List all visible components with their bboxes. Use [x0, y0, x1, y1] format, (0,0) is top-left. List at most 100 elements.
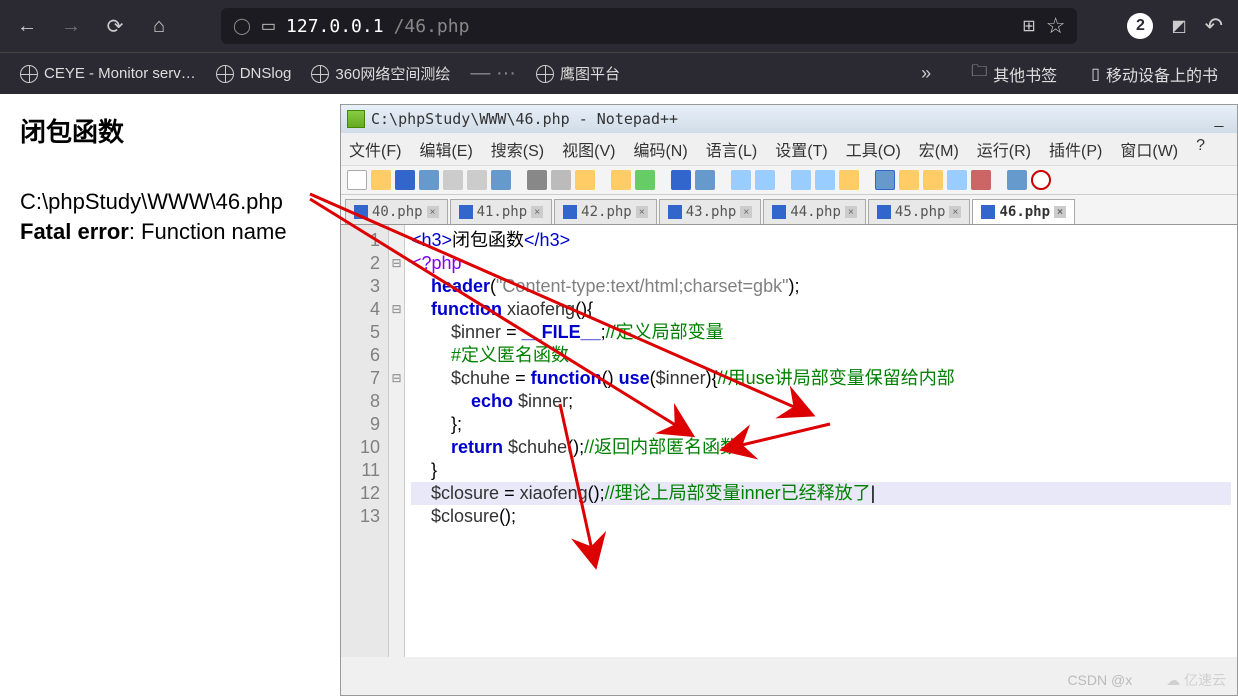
tab-close-icon[interactable]: × — [845, 206, 857, 218]
menu-item[interactable]: 插件(P) — [1049, 137, 1102, 161]
editor-tab[interactable]: 43.php× — [659, 199, 762, 224]
cut-icon[interactable] — [527, 170, 547, 190]
replace-icon[interactable] — [695, 170, 715, 190]
save-all-icon[interactable] — [419, 170, 439, 190]
bookmark-dnslog[interactable]: DNSlog — [216, 65, 292, 83]
code-line[interactable]: #定义匿名函数 — [411, 344, 1231, 367]
find-icon[interactable] — [671, 170, 691, 190]
save-icon[interactable] — [395, 170, 415, 190]
monitor-icon[interactable] — [971, 170, 991, 190]
code-line[interactable]: $chuhe = function() use($inner){//用use讲局… — [411, 367, 1231, 390]
revert-icon[interactable]: ↶ — [1205, 13, 1223, 39]
home-button[interactable]: ⌂ — [147, 14, 171, 38]
code-line[interactable]: header("Content-type:text/html;charset=g… — [411, 275, 1231, 298]
editor-tab[interactable]: 40.php× — [345, 199, 448, 224]
npp-tabs: 40.php×41.php×42.php×43.php×44.php×45.ph… — [341, 195, 1237, 225]
tab-close-icon[interactable]: × — [636, 206, 648, 218]
crop-icon[interactable]: ◩ — [1171, 16, 1186, 36]
record-icon[interactable] — [1031, 170, 1051, 190]
code-line[interactable]: $closure(); — [411, 505, 1231, 528]
globe-icon — [216, 65, 234, 83]
wrap-icon[interactable] — [839, 170, 859, 190]
tab-close-icon[interactable]: × — [531, 206, 543, 218]
notepadpp-window: C:\phpStudy\WWW\46.php - Notepad++ _ 文件(… — [340, 104, 1238, 696]
overflow-chevron-icon[interactable]: » — [921, 63, 931, 84]
address-bar[interactable]: ◯ ▭ 127.0.0.1/46.php ⊞ ☆ — [221, 8, 1077, 44]
disk-icon — [772, 205, 786, 219]
menu-item[interactable]: 运行(R) — [977, 137, 1031, 161]
browser-toolbar: ← → ⟳ ⌂ ◯ ▭ 127.0.0.1/46.php ⊞ ☆ 2 ◩ ↶ — [0, 0, 1238, 52]
minimize-button[interactable]: _ — [1207, 109, 1231, 129]
reload-button[interactable]: ⟳ — [103, 14, 127, 38]
code-line[interactable]: <?php — [411, 252, 1231, 275]
bookmark-yingtu[interactable]: 鹰图平台 — [536, 63, 620, 84]
undo-icon[interactable] — [611, 170, 631, 190]
code-line[interactable]: $inner = __FILE__;//定义局部变量 — [411, 321, 1231, 344]
npp-app-icon — [347, 110, 365, 128]
menu-item[interactable]: 编码(N) — [633, 137, 687, 161]
new-file-icon[interactable] — [347, 170, 367, 190]
close-icon[interactable] — [443, 170, 463, 190]
sync-h-icon[interactable] — [815, 170, 835, 190]
menu-item[interactable]: 语言(L) — [706, 137, 758, 161]
menu-item[interactable]: 文件(F) — [349, 137, 401, 161]
url-host: 127.0.0.1 — [286, 16, 384, 37]
menu-item[interactable]: 搜索(S) — [491, 137, 544, 161]
fold-column[interactable]: ⊟⊟⊟ — [389, 225, 405, 657]
indent-icon[interactable] — [875, 170, 895, 190]
npp-title-text: C:\phpStudy\WWW\46.php - Notepad++ — [371, 110, 678, 128]
menu-item[interactable]: 编辑(E) — [419, 137, 472, 161]
redo-icon[interactable] — [635, 170, 655, 190]
editor-tab[interactable]: 41.php× — [450, 199, 553, 224]
editor-tab[interactable]: 44.php× — [763, 199, 866, 224]
code-line[interactable]: return $chuhe();//返回内部匿名函数 — [411, 436, 1231, 459]
qr-icon[interactable]: ⊞ — [1022, 16, 1035, 36]
other-bookmarks-folder[interactable]: 🗀其他书签 — [971, 60, 1057, 87]
editor-tab[interactable]: 46.php× — [972, 199, 1075, 224]
back-button[interactable]: ← — [15, 14, 39, 38]
code-line[interactable]: echo $inner; — [411, 390, 1231, 413]
page-icon: ▭ — [261, 16, 276, 36]
editor-tab[interactable]: 42.php× — [554, 199, 657, 224]
code-line[interactable]: <h3>闭包函数</h3> — [411, 229, 1231, 252]
menu-item[interactable]: ? — [1196, 137, 1205, 161]
menu-item[interactable]: 窗口(W) — [1120, 137, 1178, 161]
sync-v-icon[interactable] — [791, 170, 811, 190]
zoom-out-icon[interactable] — [755, 170, 775, 190]
print-icon[interactable] — [491, 170, 511, 190]
shield-icon: ◯ — [233, 16, 251, 36]
paste-icon[interactable] — [575, 170, 595, 190]
func-list-icon[interactable] — [899, 170, 919, 190]
code-line[interactable]: $closure = xiaofeng();//理论上局部变量inner已经释放… — [411, 482, 1231, 505]
watermark: CSDN @x ☁ 亿速云 — [1067, 670, 1226, 690]
code-line[interactable]: function xiaofeng(){ — [411, 298, 1231, 321]
bookmark-star-icon[interactable]: ☆ — [1046, 13, 1066, 39]
menu-item[interactable]: 视图(V) — [562, 137, 615, 161]
code-content[interactable]: <h3>闭包函数</h3><?php header("Content-type:… — [405, 225, 1237, 657]
code-editor[interactable]: 12345678910111213 ⊟⊟⊟ <h3>闭包函数</h3><?php… — [341, 225, 1237, 657]
close-all-icon[interactable] — [467, 170, 487, 190]
account-badge[interactable]: 2 — [1127, 13, 1153, 39]
doc-map-icon[interactable] — [947, 170, 967, 190]
url-path: /46.php — [394, 16, 470, 37]
npp-titlebar[interactable]: C:\phpStudy\WWW\46.php - Notepad++ _ — [341, 105, 1237, 133]
open-file-icon[interactable] — [371, 170, 391, 190]
tab-close-icon[interactable]: × — [1054, 206, 1066, 218]
copy-icon[interactable] — [551, 170, 571, 190]
editor-tab[interactable]: 45.php× — [868, 199, 971, 224]
mobile-bookmarks[interactable]: ▯移动设备上的书 — [1091, 62, 1218, 86]
folder-icon[interactable] — [923, 170, 943, 190]
tab-close-icon[interactable]: × — [740, 206, 752, 218]
forward-button[interactable]: → — [59, 14, 83, 38]
menu-item[interactable]: 设置(T) — [775, 137, 827, 161]
zoom-in-icon[interactable] — [731, 170, 751, 190]
code-line[interactable]: }; — [411, 413, 1231, 436]
bookmark-360[interactable]: 360网络空间测绘 — [311, 63, 450, 84]
tab-close-icon[interactable]: × — [949, 206, 961, 218]
menu-item[interactable]: 宏(M) — [919, 137, 959, 161]
show-all-icon[interactable] — [1007, 170, 1027, 190]
tab-close-icon[interactable]: × — [427, 206, 439, 218]
menu-item[interactable]: 工具(O) — [846, 137, 901, 161]
bookmark-ceye[interactable]: CEYE - Monitor serv… — [20, 65, 196, 83]
code-line[interactable]: } — [411, 459, 1231, 482]
